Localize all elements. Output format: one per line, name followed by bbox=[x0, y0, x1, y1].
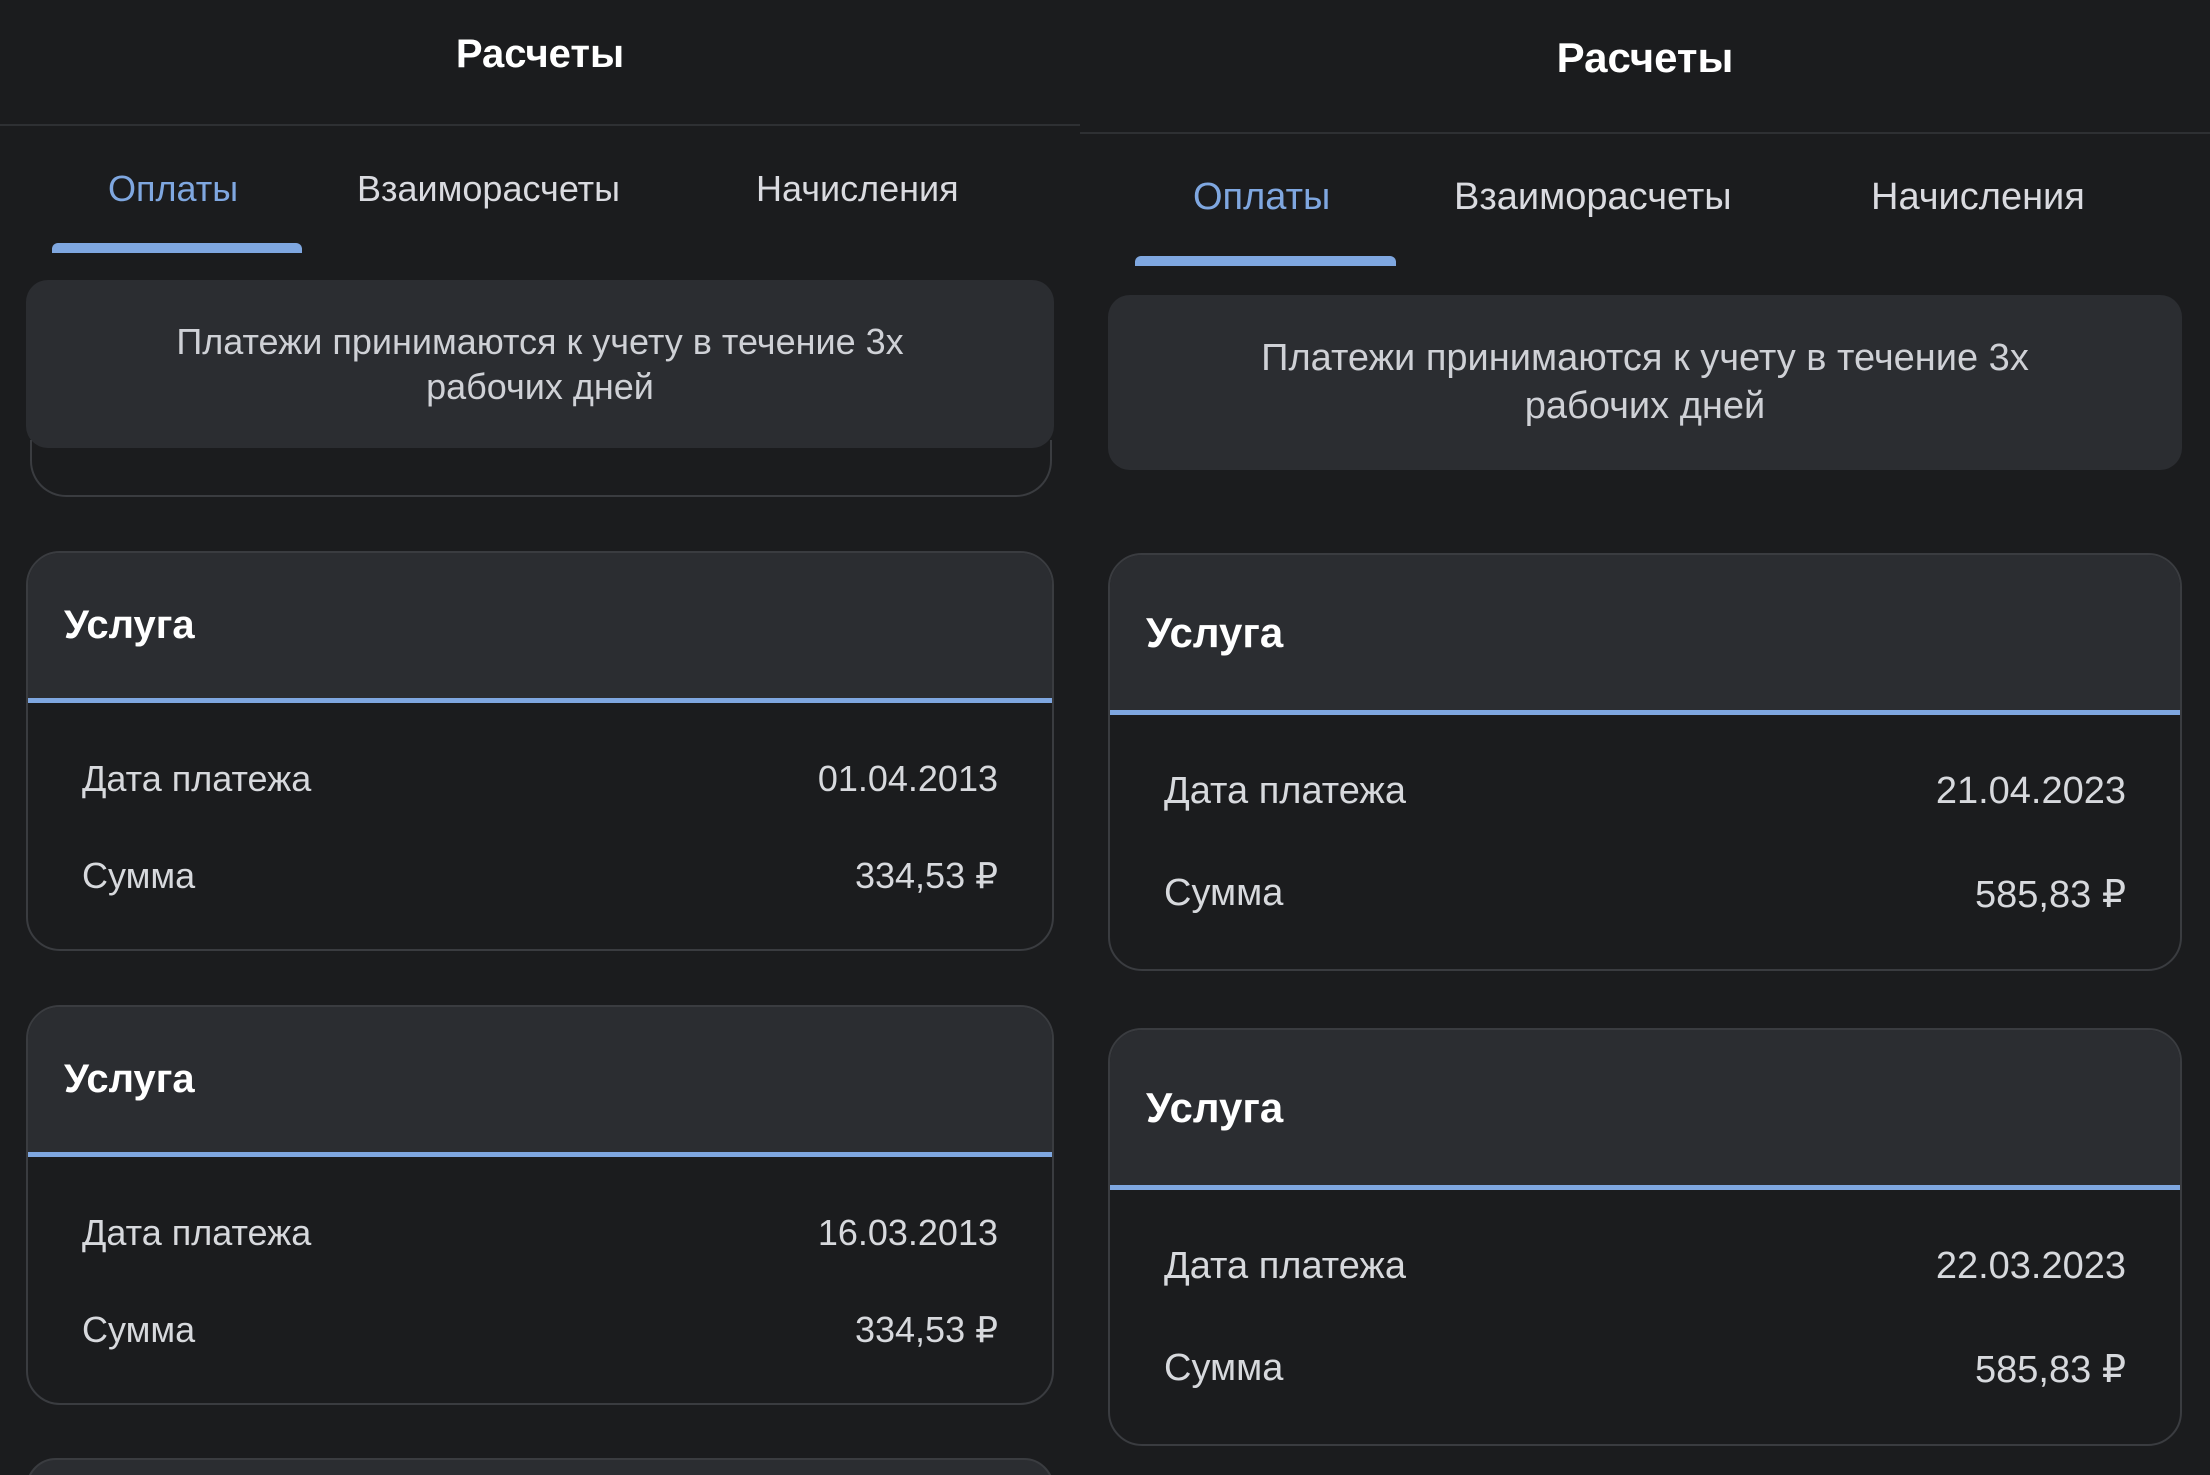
payment-sum-label: Сумма bbox=[1164, 1347, 1284, 1389]
info-notice: Платежи принимаются к учету в течение 3х… bbox=[26, 280, 1054, 448]
payment-date-row: Дата платежа 16.03.2013 bbox=[82, 1212, 998, 1254]
payment-date-value: 21.04.2023 bbox=[1935, 770, 2126, 812]
next-card-edge bbox=[26, 1458, 1054, 1475]
tab-settlements[interactable]: Взаиморасчеты bbox=[1454, 176, 1732, 219]
payment-sum-value: 334,53 ₽ bbox=[854, 1309, 998, 1350]
previous-card-edge bbox=[30, 440, 1052, 497]
page-title: Расчеты bbox=[455, 31, 625, 76]
tab-settlements[interactable]: Взаиморасчеты bbox=[357, 168, 620, 210]
payment-date-label: Дата платежа bbox=[82, 1212, 312, 1253]
payment-sum-row: Сумма 334,53 ₽ bbox=[82, 1309, 998, 1351]
card-title: Услуга bbox=[1146, 608, 1284, 656]
payment-card[interactable]: Услуга Дата платежа 01.04.2013 Сумма 334… bbox=[26, 551, 1054, 951]
payment-sum-value: 585,83 ₽ bbox=[1975, 874, 2126, 916]
card-header: Услуга bbox=[1110, 1030, 2180, 1190]
payment-sum-row: Сумма 334,53 ₽ bbox=[82, 855, 998, 897]
payment-sum-value: 585,83 ₽ bbox=[1975, 1349, 2126, 1391]
payment-sum-row: Сумма 585,83 ₽ bbox=[1164, 1347, 2126, 1392]
tab-charges[interactable]: Начисления bbox=[756, 168, 959, 210]
payment-sum-label: Сумма bbox=[1164, 872, 1284, 914]
payment-date-label: Дата платежа bbox=[82, 758, 312, 799]
payment-date-label: Дата платежа bbox=[1164, 770, 1406, 812]
card-title: Услуга bbox=[1146, 1083, 1284, 1131]
payment-card[interactable]: Услуга Дата платежа 21.04.2023 Сумма 585… bbox=[1108, 553, 2182, 971]
active-tab-indicator bbox=[52, 243, 302, 253]
screen-right: Расчеты Оплаты Взаиморасчеты Начисления … bbox=[1080, 0, 2210, 1475]
payment-date-label: Дата платежа bbox=[1164, 1245, 1406, 1287]
card-title: Услуга bbox=[64, 1057, 195, 1101]
payment-date-value: 16.03.2013 bbox=[817, 1212, 998, 1253]
card-header: Услуга bbox=[28, 1007, 1052, 1157]
card-header: Услуга bbox=[28, 553, 1052, 703]
tab-payments[interactable]: Оплаты bbox=[1193, 176, 1330, 219]
active-tab-indicator bbox=[1135, 256, 1396, 266]
payment-sum-row: Сумма 585,83 ₽ bbox=[1164, 872, 2126, 917]
screen-left: Расчеты Оплаты Взаиморасчеты Начисления … bbox=[0, 0, 1080, 1475]
payment-sum-label: Сумма bbox=[82, 1309, 196, 1350]
header: Расчеты bbox=[1080, 0, 2210, 134]
payment-card[interactable]: Услуга Дата платежа 22.03.2023 Сумма 585… bbox=[1108, 1028, 2182, 1446]
page-title: Расчеты bbox=[1556, 34, 1734, 81]
payment-sum-label: Сумма bbox=[82, 855, 196, 896]
card-title: Услуга bbox=[64, 603, 195, 647]
header: Расчеты bbox=[0, 0, 1080, 126]
tab-payments[interactable]: Оплаты bbox=[108, 168, 238, 210]
payment-date-value: 22.03.2023 bbox=[1935, 1245, 2126, 1287]
payment-date-row: Дата платежа 21.04.2023 bbox=[1164, 770, 2126, 813]
info-notice: Платежи принимаются к учету в течение 3х… bbox=[1108, 295, 2182, 470]
payment-card[interactable]: Услуга Дата платежа 16.03.2013 Сумма 334… bbox=[26, 1005, 1054, 1405]
payment-sum-value: 334,53 ₽ bbox=[854, 855, 998, 896]
card-header: Услуга bbox=[1110, 555, 2180, 715]
payment-date-row: Дата платежа 01.04.2013 bbox=[82, 758, 998, 800]
payment-date-value: 01.04.2013 bbox=[817, 758, 998, 799]
payment-date-row: Дата платежа 22.03.2023 bbox=[1164, 1245, 2126, 1288]
tab-charges[interactable]: Начисления bbox=[1871, 176, 2085, 219]
